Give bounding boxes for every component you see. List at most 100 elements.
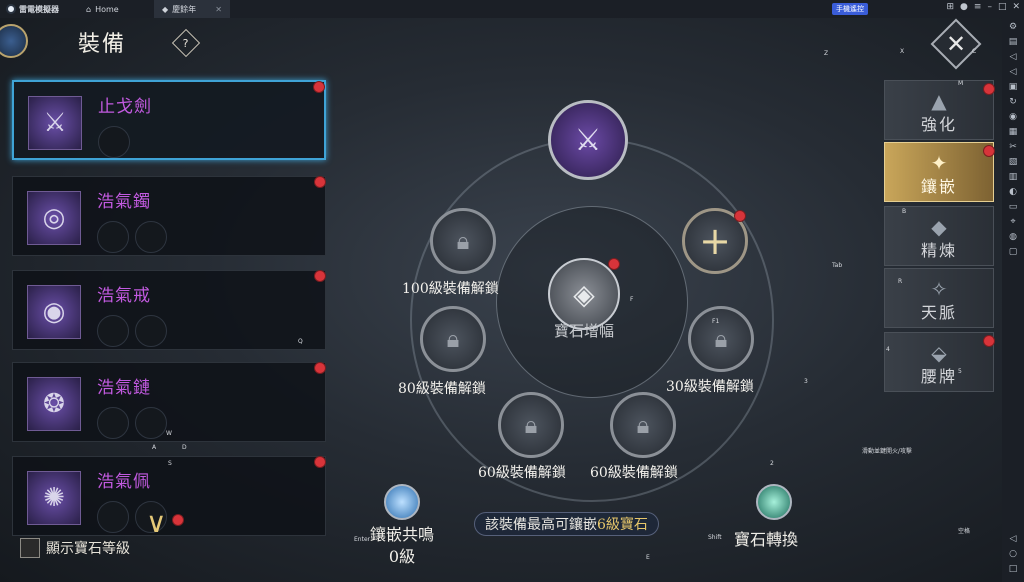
key-hint-f: F [630,296,634,303]
volume-up-icon[interactable]: ◁ [1010,52,1017,62]
locked-slot-60b[interactable]: 🔒︎ [610,392,676,458]
gem-slot[interactable] [97,407,129,439]
rotate-icon[interactable]: ↻ [1009,97,1017,107]
tab-home-label: Home [95,4,119,14]
gem-convert-label[interactable]: 寶石轉換 [734,526,798,550]
tab-token-label: 腰牌 [920,367,957,386]
key-hint-fire: 滑動並鍵開火/攻擊 [862,448,913,455]
close-tab-icon[interactable]: ✕ [215,5,222,14]
notification-dot [313,81,325,93]
locked-slot-80[interactable]: 🔒︎ [420,306,486,372]
more-icon[interactable]: ▢ [1009,247,1018,257]
help-label: ? [183,36,189,50]
record-icon[interactable]: ◉ [1009,112,1017,122]
notification-dot [608,258,620,270]
resonance-block[interactable]: 鑲嵌共鳴 0級 [364,524,440,568]
volume-down-icon[interactable]: ◁ [1010,67,1017,77]
unlock-label-80: 80級裝備解鎖 [398,381,486,397]
gem-slot[interactable] [135,221,167,253]
gem-slot[interactable] [97,315,129,347]
gamepad-icon[interactable]: ⊞ [946,2,954,12]
equipment-item-ring[interactable]: ◉ 浩氣戒 [12,270,326,350]
apk-icon[interactable]: ▧ [1009,157,1018,167]
notification-dot [983,83,995,95]
scroll-down-chevron-icon[interactable]: ∨ [146,506,167,539]
scissors-icon[interactable]: ✂ [1009,142,1017,152]
key-hint-x: X [900,48,905,55]
tab-inlay[interactable]: ✦ 鑲嵌 [884,142,995,202]
recents-icon[interactable]: □ [1009,564,1018,574]
sync-icon[interactable]: ▥ [1009,172,1018,182]
notification-dot [314,270,326,282]
equipment-item-bracelet[interactable]: ◎ 浩氣鐲 [12,176,326,256]
account-icon[interactable]: ● [960,2,968,12]
key-hint-f1: F1 [712,318,720,325]
tab-home[interactable]: ⌂ Home [78,0,154,18]
equipment-item-pendant[interactable]: ✺ 浩氣佩 [12,456,326,536]
checkbox[interactable] [20,538,40,558]
equipment-item-sword[interactable]: ⚔ 止戈劍 [12,80,326,160]
key-hint-4: 4 [886,346,890,353]
lock-icon: 🔒︎ [456,227,470,255]
key-hint-tab: Tab [832,262,843,269]
locked-slot-30[interactable]: 🔒︎ [688,306,754,372]
gem-slot[interactable] [97,221,129,253]
selected-equipment-sword-icon[interactable]: ⚔ [548,100,628,180]
key-hint-d: D [182,444,187,451]
locked-slot-100[interactable]: 🔒︎ [430,208,496,274]
equipment-name: 止戈劍 [98,97,152,117]
maximize-icon[interactable]: □ [998,2,1007,12]
tab-refine-label: 精煉 [920,241,957,260]
tab-game[interactable]: ◆ 慶餘年 ✕ [154,0,230,18]
key-hint-c: C [972,48,977,55]
folder-icon[interactable]: ▭ [1009,202,1018,212]
home-nav-icon[interactable]: ○ [1009,549,1017,559]
gem-slot[interactable] [135,407,167,439]
anvil-icon: ▲ [931,89,947,113]
game-tab-icon: ◆ [162,4,169,14]
gem-slot[interactable] [97,501,129,533]
gem-slot[interactable] [135,315,167,347]
resonance-gem-icon[interactable] [384,484,420,520]
help-button[interactable]: ? [171,28,201,58]
close-window-icon[interactable]: ✕ [1012,2,1020,12]
tab-meridian-label: 天脈 [920,303,957,322]
lock-icon: 🔒︎ [524,411,538,439]
show-gem-level-toggle[interactable]: 顯示寶石等級 [20,538,130,558]
tab-refine[interactable]: ◆ 精煉 [884,206,994,266]
key-hint-space: 空格 [958,528,971,535]
keyboard-icon[interactable]: ▤ [1009,37,1018,47]
key-hint-b: B [902,208,907,215]
tab-token[interactable]: ⬙ 腰牌 [884,332,995,392]
back-icon[interactable]: ◁ [1010,534,1017,544]
emulator-titlebar: 雷電模擬器 ⌂ Home ◆ 慶餘年 ✕ 手機遙控 ⊞ ● ≡ – □ ✕ [0,0,1024,18]
resonance-level: 0級 [388,547,416,566]
close-button[interactable]: ✕ [930,18,982,70]
operation-icon[interactable]: ◐ [1009,187,1017,197]
notification-dot [314,176,326,188]
remote-control-button[interactable]: 手機遙控 [832,3,868,15]
multi-instance-icon[interactable]: ▦ [1009,127,1018,137]
key-hint-shift: Shift [708,534,722,541]
refine-icon: ◆ [931,215,947,239]
equipment-header: 裝備 ? [0,18,330,74]
settings-icon[interactable]: ⚙ [1009,22,1017,32]
tab-meridian[interactable]: ✧ 天脈 [884,268,994,328]
equipment-name: 浩氣鐲 [97,192,151,212]
minimize-icon[interactable]: – [987,2,992,12]
game-screen: 裝備 ? ⚔ 止戈劍 ◎ 浩氣鐲 ◉ 浩氣戒 ❂ 浩氣鏈 ✺ 浩氣佩 ∨ 顯示寶… [0,18,1002,582]
tab-enhance[interactable]: ▲ 強化 [884,80,995,140]
shake-icon[interactable]: ◍ [1009,232,1017,242]
screenshot-icon[interactable]: ▣ [1009,82,1018,92]
equipment-name: 浩氣戒 [97,286,151,306]
menu-icon[interactable]: ≡ [974,2,982,12]
bracelet-icon: ◎ [27,191,81,245]
location-icon[interactable]: ⌖ [1010,217,1015,227]
emblem-icon [0,24,28,58]
ring-icon: ◉ [27,285,81,339]
key-hint-m: M [958,80,964,87]
locked-slot-60a[interactable]: 🔒︎ [498,392,564,458]
lock-icon: 🔒︎ [446,325,460,353]
gem-slot[interactable] [98,126,130,158]
gem-convert-icon[interactable] [756,484,792,520]
